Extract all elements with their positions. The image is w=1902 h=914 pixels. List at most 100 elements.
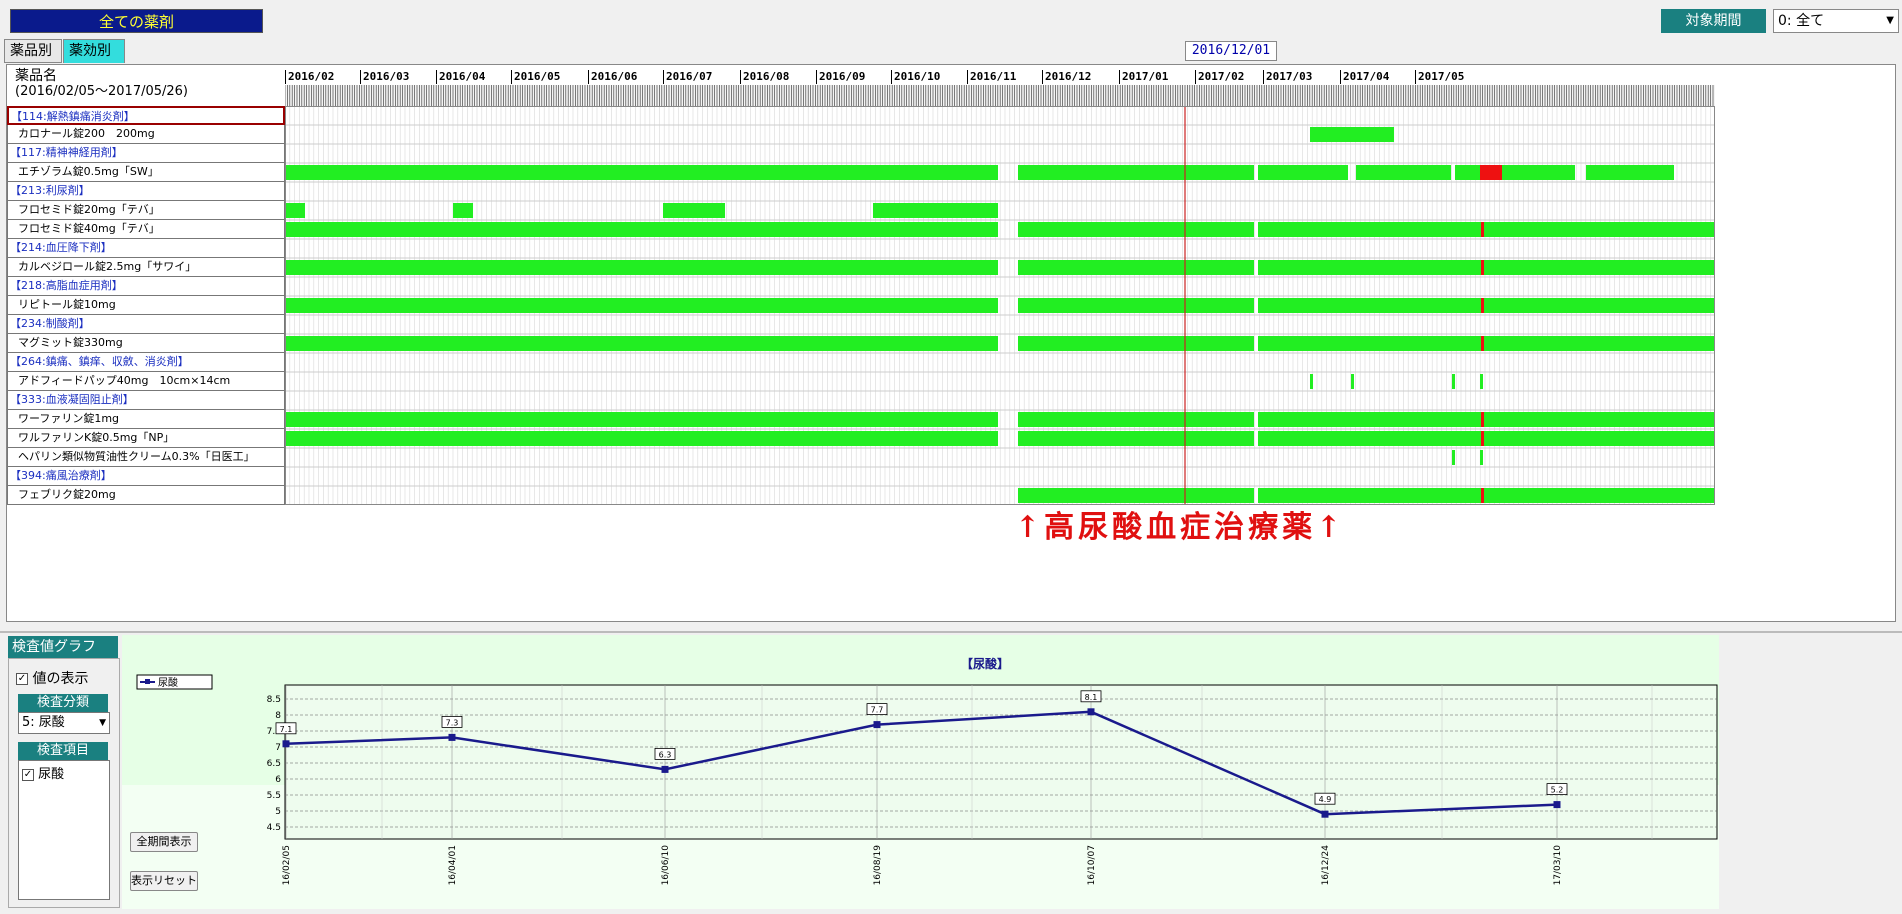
data-label: 7.7 [871,706,884,715]
prescription-bar [1480,450,1483,465]
drug-row-label[interactable]: マグミット錠330mg [7,334,285,353]
test-item[interactable]: ✓ 尿酸 [22,763,106,782]
prescription-bar [1452,450,1455,465]
prescription-bar [285,165,998,180]
drug-row-label[interactable]: ワーファリン錠1mg [7,410,285,429]
prescription-bar [1258,412,1715,427]
data-label: 8.1 [1085,693,1098,702]
month-label: 2016/03 [360,70,409,84]
y-tick-label: 8 [275,711,281,721]
x-tick-label: 16/12/24 [1321,845,1331,886]
category-row-label[interactable]: 【394:痛風治療剤】 [7,467,285,486]
chart-title: 【尿酸】 [961,656,1009,671]
drug-row-label[interactable]: フェブリク錠20mg [7,486,285,505]
prescription-bar [1481,336,1484,351]
month-axis: 2016/02 2016/03 2016/04 2016/05 2016/06 2016/… [285,68,1715,106]
category-row-label[interactable]: 【218:高脂血症用剤】 [7,277,285,296]
legend-label: 尿酸 [158,676,178,689]
prescription-bar [285,222,998,237]
checkbox-icon[interactable]: ✓ [22,768,34,781]
drug-row-label[interactable]: フロセミド錠40mg「テバ」 [7,220,285,239]
prescription-bar [1586,165,1674,180]
drug-row-label[interactable]: ヘパリン類似物質油性クリーム0.3%「日医工」 [7,448,285,467]
prescription-bar [1455,165,1575,180]
y-tick-label: 4.5 [267,823,281,833]
reset-view-button[interactable]: 表示リセット [130,871,198,891]
show-values-label: 値の表示 [32,671,89,687]
prescription-bar [1018,260,1254,275]
data-point [1553,801,1561,809]
data-label: 4.9 [1319,795,1332,804]
y-tick-label: 6 [275,775,281,785]
test-item-list[interactable]: ✓ 尿酸 [18,760,110,900]
category-row-label[interactable]: 【117:精神神経用剤】 [7,144,285,163]
tab-by-efficacy[interactable]: 薬効別 [63,39,125,63]
drug-row-label[interactable]: ワルファリンK錠0.5mg「NP」 [7,429,285,448]
data-point [1321,810,1329,818]
checkbox-icon[interactable]: ✓ [16,673,28,685]
prescription-bar [1258,488,1715,503]
x-tick-label: 16/02/05 [282,845,292,885]
graph-panel-title: 検査値グラフ [8,636,118,658]
prescription-bar [1018,431,1254,446]
prescription-bar [285,336,998,351]
month-label: 2017/05 [1415,70,1464,84]
period-select-value: 0: 全て [1778,13,1825,29]
test-category-value: 5: 尿酸 [22,715,65,730]
prescription-bar [1452,374,1455,389]
month-label: 2016/07 [663,70,712,84]
category-row-label[interactable]: 【214:血圧降下剤】 [7,239,285,258]
test-category-select[interactable]: 5: 尿酸 ▼ [18,712,110,734]
category-row-label[interactable]: 【333:血液凝固阻止剤】 [7,391,285,410]
prescription-bar [1351,374,1354,389]
month-label: 2016/12 [1042,70,1091,84]
test-item-label: 検査項目 [18,742,108,760]
category-row-label[interactable]: 【114:解熱鎮痛消炎剤】 [7,106,285,125]
chevron-down-icon: ▼ [1886,15,1894,26]
y-tick-label: 8.5 [267,695,281,705]
prescription-bar [1481,431,1484,446]
show-values-checkbox[interactable]: ✓ 値の表示 [16,668,88,688]
tab-by-drug[interactable]: 薬品別 [4,39,62,63]
x-tick-label: 16/10/07 [1087,845,1097,885]
drug-row-label[interactable]: エチゾラム錠0.5mg「SW」 [7,163,285,182]
drug-row-label[interactable]: アドフィードパップ40mg 10cm×14cm [7,372,285,391]
category-row-label[interactable]: 【234:制酸剤】 [7,315,285,334]
full-period-button[interactable]: 全期間表示 [130,832,198,852]
lab-value-chart: 【尿酸】尿酸4.555.566.577.588.516/02/05 16/04/0… [122,635,1719,909]
drug-row-label[interactable]: フロセミド錠20mg「テバ」 [7,201,285,220]
prescription-bar [453,203,473,218]
y-tick-label: 5 [275,807,281,817]
x-tick-label: 16/08/19 [873,845,883,886]
prescription-bar [1481,222,1484,237]
prescription-bar [1018,165,1254,180]
prescription-bar [1258,260,1715,275]
test-item-label: 尿酸 [38,767,65,782]
drug-row-label[interactable]: カロナール錠200 200mg [7,125,285,144]
month-label: 2016/04 [436,70,485,84]
month-label: 2016/06 [588,70,637,84]
medication-gantt [285,106,1715,505]
prescription-bar [1018,488,1254,503]
month-label: 2016/05 [511,70,560,84]
data-label: 6.3 [659,750,672,759]
prescription-bar [285,203,305,218]
drug-row-label[interactable]: リピトール錠10mg [7,296,285,315]
prescription-bar [285,298,998,313]
month-label: 2017/04 [1340,70,1389,84]
month-label: 2016/10 [891,70,940,84]
category-row-label[interactable]: 【264:鎮痛、鎮痒、収斂、消炎剤】 [7,353,285,372]
month-label: 2017/03 [1263,70,1312,84]
panel-divider[interactable] [0,631,1902,633]
day-ticks [285,85,1715,106]
month-label: 2017/02 [1195,70,1244,84]
prescription-bar [1018,298,1254,313]
period-select[interactable]: 0: 全て ▼ [1773,9,1899,33]
plot-area [284,684,1718,840]
prescription-bar [1481,260,1484,275]
y-tick-label: 6.5 [267,759,281,769]
category-row-label[interactable]: 【213:利尿剤】 [7,182,285,201]
data-point [873,721,881,729]
data-label: 7.1 [280,725,293,734]
drug-row-label[interactable]: カルベジロール錠2.5mg「サワイ」 [7,258,285,277]
